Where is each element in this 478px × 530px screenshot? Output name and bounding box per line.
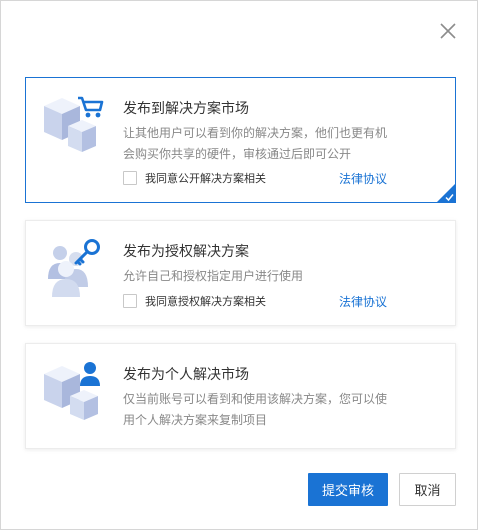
cubes-user-icon: [40, 356, 106, 422]
agree-row: 我同意公开解决方案相关: [123, 170, 266, 186]
close-icon[interactable]: [437, 20, 459, 42]
selected-check-icon: [436, 183, 456, 203]
description-line: 用个人解决方案来复制项目: [123, 413, 268, 427]
agree-checkbox[interactable]: [123, 171, 137, 185]
legal-agreement-link[interactable]: 法律协议: [339, 170, 387, 187]
description-line: 允许自己和授权指定用户进行使用: [123, 269, 304, 283]
option-title: 发布为授权解决方案: [123, 244, 249, 260]
description-line: 仅当前账号可以看到和使用该解决方案，您可以使: [123, 392, 388, 406]
cancel-button[interactable]: 取消: [399, 473, 456, 506]
agree-row: 我同意授权解决方案相关: [123, 293, 266, 309]
publish-dialog: 发布到解决方案市场 让其他用户可以看到你的解决方案，他们也更有机 会购买你共享的…: [0, 0, 478, 530]
legal-agreement-link[interactable]: 法律协议: [339, 293, 387, 310]
option-title: 发布为个人解决市场: [123, 367, 249, 383]
agree-label: 我同意公开解决方案相关: [145, 172, 266, 185]
option-description: 让其他用户可以看到你的解决方案，他们也更有机 会购买你共享的硬件，审核通过后即可…: [123, 123, 423, 165]
option-market[interactable]: 发布到解决方案市场 让其他用户可以看到你的解决方案，他们也更有机 会购买你共享的…: [25, 77, 456, 203]
option-personal[interactable]: 发布为个人解决市场 仅当前账号可以看到和使用该解决方案，您可以使 用个人解决方案…: [25, 343, 456, 449]
option-authorized[interactable]: 发布为授权解决方案 允许自己和授权指定用户进行使用 我同意授权解决方案相关 法律…: [25, 220, 456, 326]
market-cubes-cart-icon: [40, 90, 106, 156]
agree-checkbox[interactable]: [123, 294, 137, 308]
agree-label: 我同意授权解决方案相关: [145, 295, 266, 308]
description-line: 让其他用户可以看到你的解决方案，他们也更有机: [123, 126, 388, 140]
description-line: 会购买你共享的硬件，审核通过后即可公开: [123, 147, 352, 161]
submit-review-button[interactable]: 提交审核: [308, 473, 388, 506]
users-key-icon: [40, 235, 106, 301]
option-description: 仅当前账号可以看到和使用该解决方案，您可以使 用个人解决方案来复制项目: [123, 389, 423, 431]
option-title: 发布到解决方案市场: [123, 101, 249, 117]
option-description: 允许自己和授权指定用户进行使用: [123, 266, 423, 287]
